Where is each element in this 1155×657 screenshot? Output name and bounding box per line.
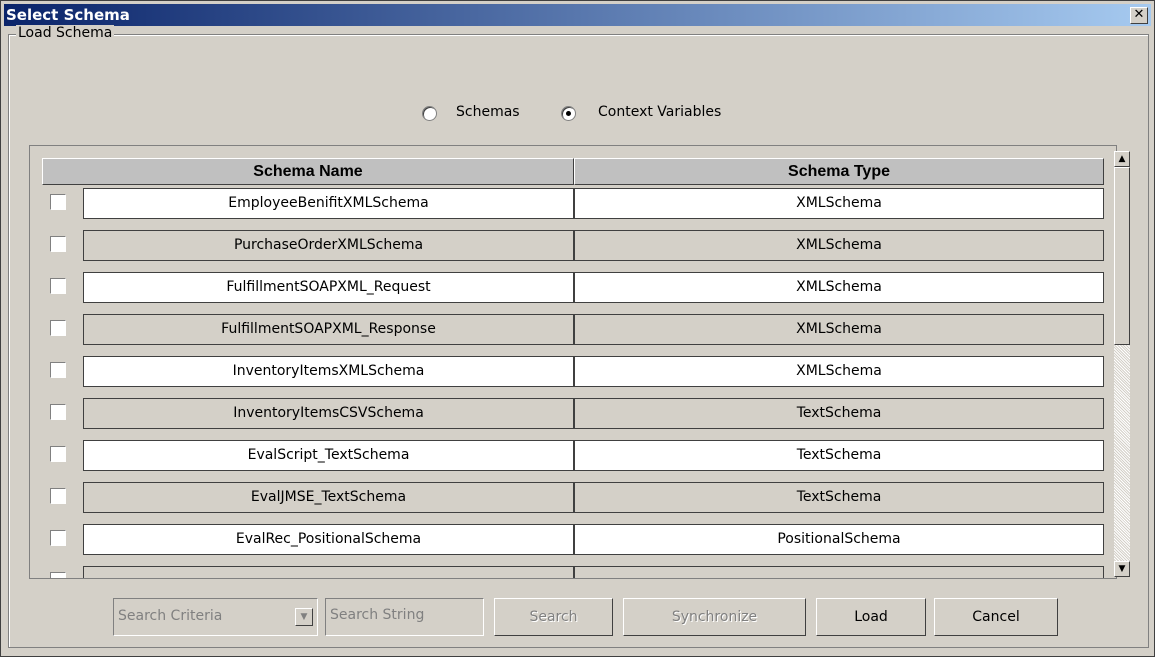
scroll-thumb[interactable] — [1114, 167, 1130, 345]
schema-name-cell[interactable]: EvalRec_PositionalSchema — [83, 524, 574, 555]
schema-name-cell[interactable]: PurchaseOrderXMLSchema — [83, 230, 574, 261]
schema-type-cell[interactable]: TextSchema — [574, 440, 1104, 471]
context-variables-radio-label[interactable]: Context Variables — [598, 104, 721, 120]
row-checkbox[interactable] — [50, 488, 66, 504]
row-checkbox[interactable] — [50, 446, 66, 462]
schema-type-cell[interactable]: XMLSchema — [574, 230, 1104, 261]
context-variables-radio[interactable] — [561, 106, 576, 121]
schema-table: Schema Name Schema Type EmployeeBenifitX… — [29, 145, 1117, 579]
cancel-button[interactable]: Cancel — [934, 598, 1058, 636]
column-header-schema-name[interactable]: Schema Name — [42, 158, 574, 185]
schema-name-cell[interactable]: InventoryItemsXMLSchema — [83, 356, 574, 387]
schema-name-cell[interactable]: EvalJMSE_TextSchema — [83, 482, 574, 513]
row-checkbox[interactable] — [50, 530, 66, 546]
schema-name-cell[interactable]: FulfillmentSOAPXML_Request — [83, 272, 574, 303]
close-icon[interactable]: ✕ — [1130, 7, 1148, 24]
row-checkbox[interactable] — [50, 278, 66, 294]
schema-type-cell[interactable]: XMLSchema — [574, 272, 1104, 303]
schema-type-cell[interactable]: XMLSchema — [574, 314, 1104, 345]
dialog-title: Select Schema — [6, 6, 130, 24]
row-checkbox[interactable] — [50, 194, 66, 210]
schema-type-cell[interactable]: PositionalSchema — [574, 524, 1104, 555]
schemas-radio[interactable] — [422, 106, 437, 121]
row-checkbox[interactable] — [50, 362, 66, 378]
schema-name-cell[interactable]: EmployeeBenifitXMLSchema — [83, 188, 574, 219]
row-checkbox[interactable] — [50, 572, 66, 578]
schema-name-cell[interactable]: EvalScript_TextSchema — [83, 440, 574, 471]
schema-name-cell[interactable] — [83, 566, 574, 578]
row-checkbox[interactable] — [50, 404, 66, 420]
column-header-schema-type[interactable]: Schema Type — [574, 158, 1104, 185]
schema-type-cell[interactable]: XMLSchema — [574, 356, 1104, 387]
load-button[interactable]: Load — [816, 598, 926, 636]
scroll-down-icon[interactable]: ▼ — [1114, 561, 1130, 577]
schema-type-cell[interactable]: TextSchema — [574, 398, 1104, 429]
scroll-up-icon[interactable]: ▲ — [1114, 151, 1130, 167]
row-checkbox[interactable] — [50, 236, 66, 252]
vertical-scrollbar[interactable]: ▲ ▼ — [1114, 151, 1130, 577]
row-checkbox[interactable] — [50, 320, 66, 336]
chevron-down-icon[interactable]: ▼ — [295, 608, 313, 626]
search-criteria-dropdown[interactable]: Search Criteria ▼ — [113, 598, 318, 636]
synchronize-button[interactable]: Synchronize — [623, 598, 806, 636]
group-label: Load Schema — [16, 25, 115, 41]
schema-name-cell[interactable]: FulfillmentSOAPXML_Response — [83, 314, 574, 345]
search-string-input[interactable]: Search String — [325, 598, 484, 636]
search-button[interactable]: Search — [494, 598, 613, 636]
radio-selected-dot — [566, 111, 571, 116]
schema-name-cell[interactable]: InventoryItemsCSVSchema — [83, 398, 574, 429]
schema-type-cell[interactable]: TextSchema — [574, 482, 1104, 513]
schema-type-cell[interactable] — [574, 566, 1104, 578]
schema-type-cell[interactable]: XMLSchema — [574, 188, 1104, 219]
search-criteria-value: Search Criteria — [118, 608, 223, 624]
schemas-radio-label[interactable]: Schemas — [456, 104, 520, 120]
title-bar[interactable]: Select Schema ✕ — [4, 4, 1151, 26]
